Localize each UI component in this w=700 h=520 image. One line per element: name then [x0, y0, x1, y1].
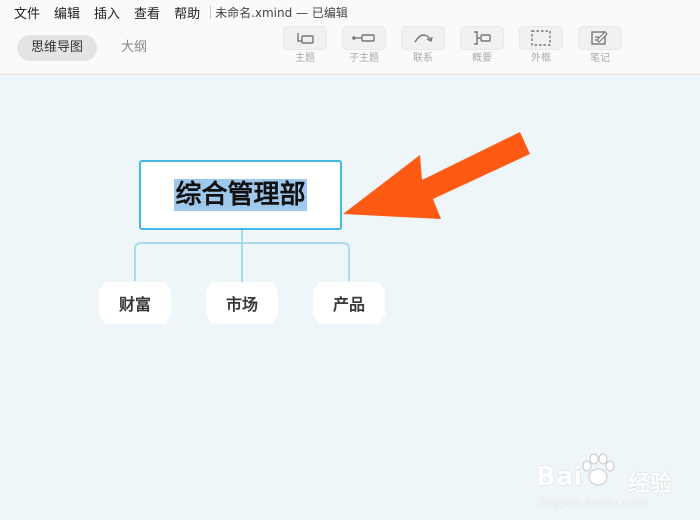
note-icon: [578, 26, 622, 50]
watermark-url: jingyan.baidu.com: [538, 496, 649, 509]
watermark-brand: 经验: [628, 472, 673, 497]
tab-outline[interactable]: 大纲: [107, 35, 161, 61]
topic-label: 主题: [295, 53, 315, 64]
document-title: 未命名.xmind — 已编辑: [215, 5, 348, 20]
tab-mindmap[interactable]: 思维导图: [17, 35, 98, 61]
menu-insert[interactable]: 插入: [86, 3, 126, 22]
summary-label: 概要: [472, 53, 492, 64]
boundary-label: 外框: [531, 53, 551, 64]
subtopic-label: 子主题: [349, 53, 379, 64]
mindmap-canvas[interactable]: 综合管理部 财富 市场 产品 Bai 经验 jingyan.baidu.com: [0, 75, 700, 509]
menu-view[interactable]: 查看: [126, 3, 166, 22]
toolbar: 思维导图 大纲 主题 子主题 联系 概要 外框 笔记: [0, 24, 700, 75]
watermark-logo: Bai: [536, 462, 583, 492]
subtopic-text: 产品: [332, 295, 365, 314]
central-topic[interactable]: 综合管理部: [139, 160, 342, 230]
subtopic-text: 财富: [118, 295, 151, 314]
subtopic-node[interactable]: 财富: [99, 282, 171, 324]
relationship-button[interactable]: 联系: [400, 26, 446, 72]
menu-edit[interactable]: 编辑: [46, 3, 86, 22]
menu-file[interactable]: 文件: [0, 3, 46, 22]
menu-bar: 文件 编辑 插入 查看 帮助 未命名.xmind — 已编辑: [0, 0, 700, 24]
subtopic-button[interactable]: 子主题: [341, 26, 387, 72]
topic-button[interactable]: 主题: [282, 26, 328, 72]
relationship-label: 联系: [413, 53, 433, 64]
subtopic-icon: [342, 26, 386, 50]
topic-icon: [283, 26, 327, 50]
central-topic-text[interactable]: 综合管理部: [174, 179, 307, 211]
note-button[interactable]: 笔记: [577, 26, 623, 72]
boundary-button[interactable]: 外框: [518, 26, 564, 72]
subtopic-node[interactable]: 产品: [313, 282, 385, 324]
subtopic-text: 市场: [225, 295, 258, 314]
relationship-icon: [401, 26, 445, 50]
menu-help[interactable]: 帮助: [166, 3, 206, 22]
boundary-icon: [519, 26, 563, 50]
subtopic-node[interactable]: 市场: [206, 282, 278, 324]
note-label: 笔记: [590, 53, 610, 64]
menu-divider: [210, 5, 212, 19]
summary-button[interactable]: 概要: [459, 26, 505, 72]
paw-icon: [582, 453, 615, 486]
watermark: Bai 经验 jingyan.baidu.com: [536, 450, 696, 520]
annotation-arrow: [343, 132, 530, 219]
summary-icon: [460, 26, 504, 50]
